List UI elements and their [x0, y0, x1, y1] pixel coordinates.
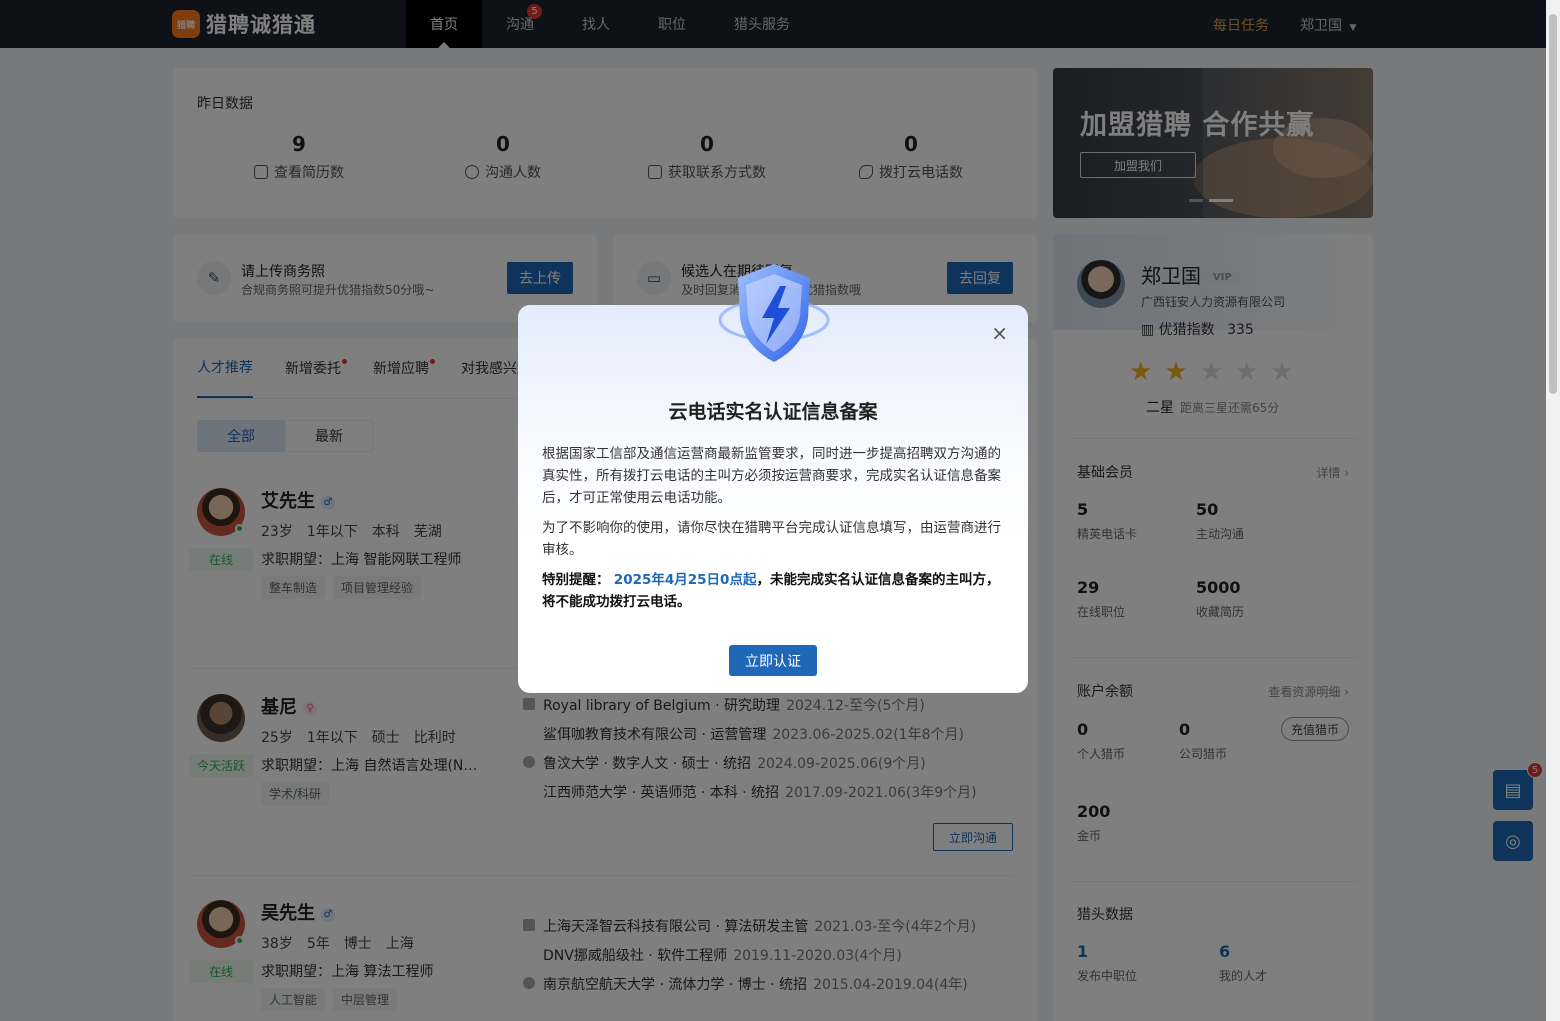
- shield-lightning-icon: [718, 264, 830, 362]
- close-icon[interactable]: ×: [991, 323, 1008, 343]
- modal-paragraph: 为了不影响你的使用，请你尽快在猎聘平台完成认证信息填写，由运营商进行审核。: [542, 520, 1001, 558]
- modal-notice: 特别提醒： 2025年4月25日0点起，未能完成实名认证信息备案的主叫方，将不能…: [542, 569, 1006, 613]
- verify-now-button[interactable]: 立即认证: [729, 645, 817, 676]
- modal-title: 云电话实名认证信息备案: [668, 401, 878, 423]
- notice-prefix: 特别提醒：: [542, 572, 610, 588]
- page-scrollbar[interactable]: [1546, 0, 1560, 1021]
- scroll-thumb[interactable]: [1549, 14, 1557, 394]
- modal-paragraph: 根据国家工信部及通信运营商最新监管要求，同时进一步提高招聘双方沟通的真实性，所有…: [542, 446, 1001, 506]
- notice-text: ，未能完成实名认证信息备案的主叫方，将不能成功拨打云电话。: [542, 572, 1000, 610]
- notice-date: 2025年4月25日0点起: [613, 572, 757, 588]
